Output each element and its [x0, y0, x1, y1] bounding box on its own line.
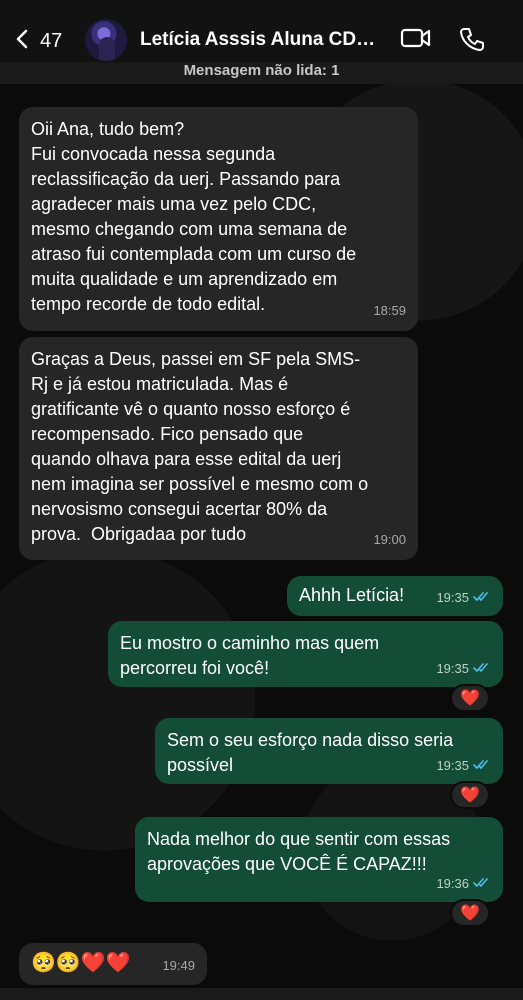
message-bubble-incoming[interactable]: Graças a Deus, passei em SF pela SMS- Rj… — [19, 337, 418, 560]
reaction-badge[interactable]: ❤️ — [450, 899, 490, 927]
message-bubble-outgoing[interactable]: Eu mostro o caminho mas quem percorreu f… — [108, 621, 503, 687]
message-time: 19:35 — [436, 753, 491, 778]
message-bubble-outgoing[interactable]: Sem o seu esforço nada disso seria possí… — [155, 718, 503, 784]
unread-messages-banner: Mensagem não lida: 1 — [0, 62, 523, 84]
voice-call-button[interactable] — [459, 26, 485, 52]
message-time: 19:36 — [436, 871, 491, 896]
message-bubble-incoming[interactable]: 🥺🥺❤️❤️ 19:49 — [19, 943, 207, 985]
heart-reaction: ❤️ — [460, 787, 480, 804]
chevron-left-icon — [12, 28, 34, 55]
phone-icon — [459, 26, 485, 52]
double-check-icon — [473, 871, 491, 896]
reaction-badge[interactable]: ❤️ — [450, 684, 490, 712]
message-bubble-outgoing[interactable]: Ahhh Letícia! 19:35 — [287, 576, 503, 616]
message-time: 19:00 — [373, 532, 406, 547]
heart-reaction: ❤️ — [460, 690, 480, 707]
message-time: 18:59 — [373, 303, 406, 318]
back-button[interactable]: 47 — [12, 24, 62, 58]
double-check-icon — [473, 585, 491, 610]
message-text: Eu mostro o caminho mas quem percorreu f… — [120, 633, 380, 678]
message-time: 19:35 — [436, 585, 491, 610]
contact-name[interactable]: Letícia Asssis Aluna CDC... — [140, 29, 385, 51]
double-check-icon — [473, 656, 491, 681]
message-time: 19:49 — [162, 958, 195, 973]
message-text: Nada melhor do que sentir com essas apro… — [147, 829, 451, 874]
input-bar-edge — [0, 988, 523, 1000]
reaction-badge[interactable]: ❤️ — [450, 781, 490, 809]
heart-reaction: ❤️ — [460, 905, 480, 922]
message-time: 19:35 — [436, 656, 491, 681]
message-text: Graças a Deus, passei em SF pela SMS- Rj… — [31, 349, 369, 544]
double-check-icon — [473, 753, 491, 778]
unread-count: 47 — [40, 29, 63, 52]
video-camera-icon — [400, 26, 432, 50]
message-bubble-outgoing[interactable]: Nada melhor do que sentir com essas apro… — [135, 817, 503, 902]
message-bubble-incoming[interactable]: Oii Ana, tudo bem? Fui convocada nessa s… — [19, 107, 418, 331]
video-call-button[interactable] — [400, 26, 432, 50]
message-text: Oii Ana, tudo bem? Fui convocada nessa s… — [31, 119, 357, 314]
chat-header: 47 Letícia Asssis Aluna CDC... — [0, 0, 523, 68]
avatar[interactable] — [85, 19, 127, 61]
